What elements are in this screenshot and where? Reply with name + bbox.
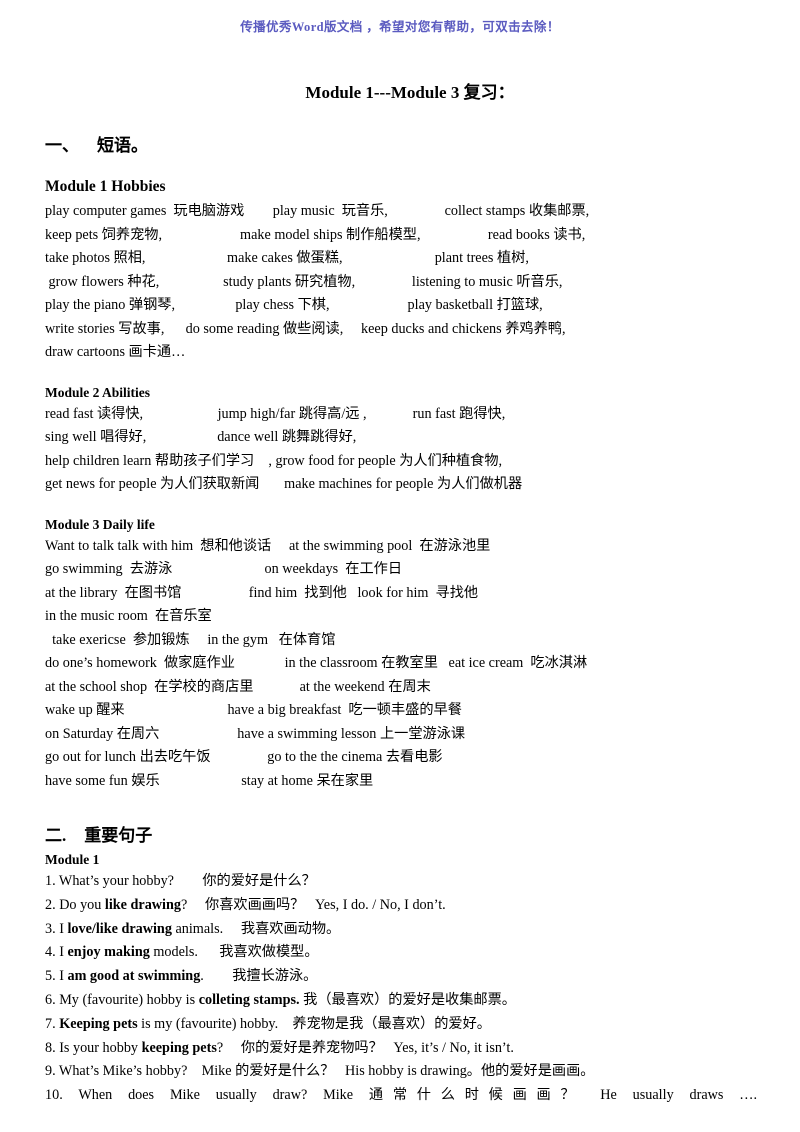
phrase-line: play the piano 弹钢琴, play chess 下棋, play … (45, 297, 543, 313)
module-heading-abilities: Module 2 Abilities (45, 384, 151, 400)
phrase-line: at the school shop 在学校的商店里 at the weeken… (45, 678, 431, 695)
section-heading-sentences: 二. 重要句子 (45, 821, 757, 846)
watermark-banner: 传播优秀Word版文档 ，希望对您有帮助，可双击去除！ (240, 20, 560, 34)
module-heading-hobbies: Module 1 Hobbies (45, 178, 166, 195)
phrase-line: Want to talk talk with him 想和他谈话 at the … (45, 537, 491, 554)
phrase-line: go swimming 去游泳 on weekdays 在工作日 (45, 561, 403, 577)
phrase-line: sing well 唱得好, dance well 跳舞跳得好, (45, 429, 357, 445)
phrase-line: do one’s homework 做家庭作业 in the classroom… (45, 655, 588, 671)
sentence-line: 6. My (favourite) hobby is colleting sta… (45, 991, 516, 1008)
phrase-line: write stories 写故事, do some reading 做些阅读,… (45, 320, 566, 337)
phrase-line: have some fun 娱乐 stay at home 呆在家里 (45, 772, 374, 789)
sentence-line: 3. I love/like drawing animals. 我喜欢画动物。 (45, 920, 341, 937)
phrase-line: get news for people 为人们获取新闻 make machine… (45, 476, 523, 492)
document-page: 传播优秀Word版文档 ，希望对您有帮助，可双击去除！ Module 1---M… (0, 0, 800, 1132)
phrase-line: take exericse 参加锻炼 in the gym 在体育馆 (45, 631, 336, 648)
phrase-line: help children learn 帮助孩子们学习 , grow food … (45, 452, 503, 469)
phrase-line: take photos 照相, make cakes 做蛋糕, plant tr… (45, 250, 529, 266)
sentence-line: 2. Do you like drawing? 你喜欢画画吗？ Yes, I d… (45, 896, 446, 913)
module-heading-daily-life: Module 3 Daily life (45, 516, 155, 532)
phrase-line: in the music room 在音乐室 (45, 608, 212, 624)
module-heading-sentences-m1: Module 1 (45, 852, 100, 867)
module-1-sentence-list: 1. What’s your hobby? 你的爱好是什么？ 2. Do you… (45, 870, 757, 1108)
section-number: 一、 (45, 136, 79, 155)
phrase-line: read fast 读得快, jump high/far 跳得高/远 , run… (45, 405, 506, 422)
phrase-line: at the library 在图书馆 find him 找到他 look fo… (45, 584, 479, 601)
sentence-line: 1. What’s your hobby? 你的爱好是什么？ (45, 873, 316, 889)
page-title: Module 1---Module 3 复习： (305, 83, 515, 102)
sentence-line: 10. When does Mike usually draw? Mike 通常… (45, 1087, 757, 1104)
sentence-line: 7. Keeping pets is my (favourite) hobby.… (45, 1015, 491, 1032)
phrase-line: grow flowers 种花, study plants 研究植物, list… (45, 273, 563, 290)
document-content: Module 1---Module 3 复习： 一、 短语。 Module 1 H… (45, 78, 757, 1108)
section-label: 重要句子 (84, 826, 153, 845)
section-heading-phrases: 一、 短语。 (45, 131, 757, 156)
phrase-line: on Saturday 在周六 have a swimming lesson 上… (45, 725, 466, 742)
sentence-line: 4. I enjoy making models. 我喜欢做模型。 (45, 944, 319, 961)
section-label: 短语。 (97, 136, 148, 155)
phrase-line: go out for lunch 出去吃午饭 go to the the cin… (45, 749, 443, 765)
section-number: 二. (45, 826, 67, 845)
module-2-phrase-list: read fast 读得快, jump high/far 跳得高/远 , run… (45, 403, 757, 497)
module-3-phrase-list: Want to talk talk with him 想和他谈话 at the … (45, 535, 757, 794)
sentence-line: 5. I am good at swimming. 我擅长游泳。 (45, 968, 318, 985)
sentence-line: 9. What’s Mike’s hobby? Mike 的爱好是什么？ His… (45, 1063, 595, 1080)
phrase-line: play computer games 玩电脑游戏 play music 玩音乐… (45, 203, 590, 219)
sentence-line: 8. Is your hobby keeping pets? 你的爱好是养宠物吗… (45, 1039, 514, 1056)
phrase-line: draw cartoons 画卡通… (45, 344, 186, 360)
phrase-line: keep pets 饲养宠物, make model ships 制作船模型, … (45, 226, 586, 243)
phrase-line: wake up 醒来 have a big breakfast 吃一顿丰盛的早餐 (45, 702, 462, 718)
module-1-phrase-list: play computer games 玩电脑游戏 play music 玩音乐… (45, 200, 757, 365)
